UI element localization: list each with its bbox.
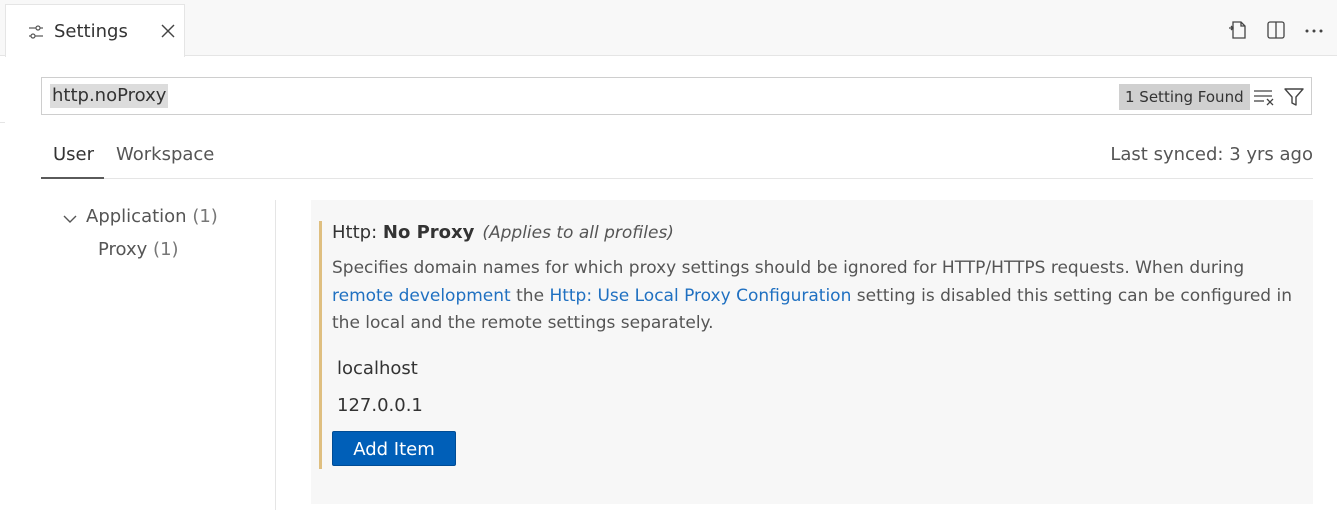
last-synced-status: Last synced: 3 yrs ago (1110, 144, 1313, 165)
active-tab-indicator (41, 177, 104, 179)
filter-icon[interactable] (1283, 86, 1305, 108)
toc-item-count: (1) (192, 206, 218, 227)
list-item[interactable]: localhost (337, 358, 418, 379)
result-count-badge: 1 Setting Found (1119, 84, 1250, 110)
toc-item-label: Proxy (98, 239, 148, 260)
modified-indicator (319, 221, 322, 469)
search-input[interactable]: http.noProxy 1 Setting Found (41, 77, 1312, 115)
close-icon[interactable] (159, 22, 177, 40)
list-item[interactable]: 127.0.0.1 (337, 395, 423, 416)
setting-category: Http: (332, 222, 383, 243)
settings-toc: Application (1) Proxy (1) (41, 200, 276, 510)
description-text: Specifies domain names for which proxy s… (332, 258, 1245, 278)
setting-item-http-no-proxy: Http: No Proxy (Applies to all profiles) … (311, 200, 1313, 504)
tab-user[interactable]: User (53, 144, 94, 165)
toc-item-count: (1) (153, 239, 179, 260)
toc-item-label: Application (86, 206, 187, 227)
sidebar-edge-divider (0, 90, 5, 123)
setting-title: Http: No Proxy (Applies to all profiles) (332, 222, 674, 243)
search-query-text: http.noProxy (50, 84, 169, 108)
more-actions-icon[interactable] (1303, 19, 1325, 41)
clear-filter-icon[interactable] (1253, 87, 1275, 107)
add-item-button[interactable]: Add Item (332, 431, 456, 466)
editor-tab-bar: Settings (0, 0, 1337, 57)
tab-label: Settings (54, 21, 128, 42)
toc-item-application[interactable]: Application (1) (86, 206, 218, 227)
setting-description: Specifies domain names for which proxy s… (332, 255, 1292, 338)
tab-settings[interactable]: Settings (5, 4, 185, 57)
open-settings-json-icon[interactable] (1227, 19, 1249, 41)
use-local-proxy-config-link[interactable]: Http: Use Local Proxy Configuration (549, 286, 851, 306)
settings-sliders-icon (28, 24, 44, 40)
setting-name: No Proxy (382, 222, 475, 243)
tab-workspace[interactable]: Workspace (116, 144, 214, 165)
description-text: the (510, 285, 550, 306)
settings-scope-tabs: User Workspace Last synced: 3 yrs ago (41, 140, 1313, 179)
toc-item-proxy[interactable]: Proxy (1) (98, 239, 179, 260)
chevron-down-icon[interactable] (63, 211, 77, 225)
remote-development-link[interactable]: remote development (332, 286, 511, 306)
split-editor-icon[interactable] (1265, 19, 1287, 41)
setting-scope-note: (Applies to all profiles) (482, 223, 674, 243)
